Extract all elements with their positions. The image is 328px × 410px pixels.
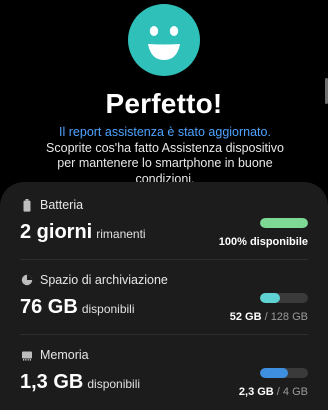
report-description-text: Scoprite cos'ha fatto Assistenza disposi… [46, 140, 284, 186]
storage-used: 52 GB [229, 311, 262, 323]
device-care-screen: Perfetto! Il report assistenza è stato a… [0, 0, 328, 410]
storage-separator: / [261, 311, 271, 323]
page-title: Perfetto! [105, 88, 223, 119]
battery-bar [260, 218, 308, 228]
storage-label: Spazio di archiviazione [40, 273, 168, 287]
battery-icon [20, 198, 34, 212]
memory-value: 1,3 GB [20, 371, 84, 393]
storage-caption: 52 GB / 128 GB [230, 311, 308, 323]
report-description: Il report assistenza è stato aggiornato.… [36, 125, 294, 187]
memory-used: 2,3 GB [238, 386, 274, 398]
memory-header: Memoria [20, 346, 89, 364]
storage-pie-icon [20, 273, 34, 287]
storage-value-row: 76 GB disponibili [20, 296, 135, 319]
report-updated-link[interactable]: Il report assistenza è stato aggiornato. [59, 125, 271, 139]
battery-value-row: 2 giorni rimanenti [20, 221, 146, 244]
memory-total: 4 GB [282, 386, 308, 398]
storage-unit: disponibili [81, 302, 135, 316]
battery-unit: rimanenti [96, 227, 146, 241]
divider [20, 334, 308, 335]
storage-total: 128 GB [270, 311, 308, 323]
storage-header: Spazio di archiviazione [20, 271, 168, 289]
storage-value: 76 GB [20, 296, 78, 318]
divider [20, 259, 308, 260]
battery-bar-fill [260, 218, 308, 228]
memory-bar [260, 368, 308, 378]
memory-chip-icon [20, 348, 34, 362]
storage-bar [260, 293, 308, 303]
memory-bar-fill [260, 368, 288, 378]
battery-caption-text: 100% disponibile [218, 236, 308, 248]
status-card: Batteria 2 giorni rimanenti 100% disponi… [0, 182, 328, 410]
memory-caption: 2,3 GB / 4 GB [239, 386, 308, 398]
memory-label: Memoria [40, 348, 89, 362]
storage-bar-fill [260, 293, 280, 303]
battery-header: Batteria [20, 196, 83, 214]
battery-caption: 100% disponibile [219, 236, 308, 248]
smiley-face-icon [128, 4, 200, 76]
memory-value-row: 1,3 GB disponibili [20, 371, 140, 394]
memory-unit: disponibili [87, 377, 141, 391]
battery-value: 2 giorni [20, 221, 93, 243]
battery-label: Batteria [40, 198, 84, 212]
memory-separator: / [273, 386, 283, 398]
